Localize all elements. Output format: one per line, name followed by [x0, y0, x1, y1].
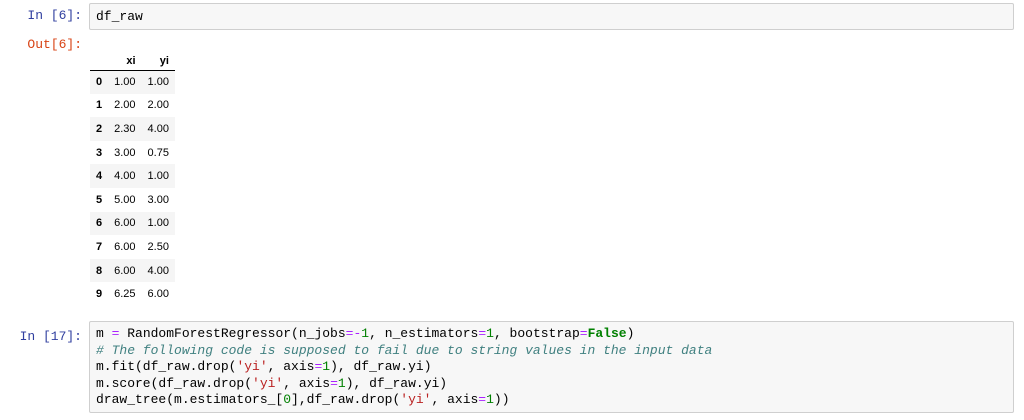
input-prompt-17: In [17]: — [19, 329, 82, 344]
row-index: 7 — [96, 240, 103, 253]
code-comment-line: # The following code is supposed to fail… — [96, 342, 713, 358]
dataframe-table: xi yi 0 1.00 1.00 1 2.00 2.00 2 2.30 4.00 3 3.0… — [90, 52, 175, 306]
cell-yi: 1.00 — [147, 76, 169, 89]
code-line: m.fit(df_raw.drop('yi', axis=1), df_raw.… — [96, 359, 432, 374]
output-prompt-6: Out[6]: — [27, 37, 82, 52]
cell-yi: 4.00 — [147, 264, 169, 277]
code-line: m = RandomForestRegressor(n_jobs=-1, n_e… — [96, 326, 635, 341]
table-row: 2 2.30 4.00 — [90, 117, 175, 141]
row-index: 8 — [96, 264, 103, 277]
row-index: 0 — [96, 76, 103, 89]
table-row: 5 5.00 3.00 — [90, 188, 175, 212]
cell-yi: 1.00 — [147, 217, 169, 230]
cell-yi: 4.00 — [147, 122, 169, 135]
cell-xi: 2.00 — [114, 99, 136, 112]
table-row: 8 6.00 4.00 — [90, 258, 175, 283]
table-row: 3 3.00 0.75 — [90, 141, 175, 165]
code-cell-17[interactable]: m = RandomForestRegressor(n_jobs=-1, n_e… — [89, 321, 1014, 413]
row-index: 1 — [96, 99, 103, 112]
cell-xi: 3.00 — [114, 146, 136, 159]
cell-xi: 6.00 — [114, 217, 136, 230]
code-line: m.score(df_raw.drop('yi', axis=1), df_ra… — [96, 375, 448, 391]
cell-yi: 3.00 — [147, 193, 169, 206]
row-index: 9 — [96, 288, 103, 301]
row-index: 5 — [96, 193, 103, 206]
cell-xi: 5.00 — [114, 193, 136, 206]
cell-xi: 1.00 — [114, 76, 136, 89]
cell-xi: 2.30 — [114, 122, 136, 135]
index-header — [90, 52, 109, 71]
column-header-yi: yi — [141, 52, 175, 71]
cell-yi: 2.00 — [147, 99, 169, 112]
row-index: 2 — [96, 122, 103, 135]
table-row: 7 6.00 2.50 — [90, 235, 175, 259]
cell-xi: 4.00 — [114, 170, 136, 183]
column-header-xi: xi — [108, 52, 142, 71]
table-row: 6 6.00 1.00 — [90, 211, 175, 236]
table-row: 1 2.00 2.00 — [90, 94, 175, 118]
cell-yi: 1.00 — [147, 170, 169, 183]
table-row: 0 1.00 1.00 — [90, 70, 175, 94]
table-row: 9 6.25 6.00 — [90, 282, 175, 306]
row-index: 4 — [96, 170, 103, 183]
cell-yi: 2.50 — [147, 240, 169, 253]
code-line: draw_tree(m.estimators_[0],df_raw.drop('… — [96, 392, 510, 407]
cell-xi: 6.25 — [114, 288, 136, 301]
code-cell-6[interactable]: df_raw — [89, 3, 1014, 30]
row-index: 6 — [96, 217, 103, 230]
table-header-row: xi yi — [90, 52, 175, 71]
cell-xi: 6.00 — [114, 264, 136, 277]
table-row: 4 4.00 1.00 — [90, 164, 175, 188]
input-prompt-6: In [6]: — [27, 8, 82, 23]
cell-xi: 6.00 — [114, 240, 136, 253]
row-index: 3 — [96, 146, 103, 159]
cell-yi: 6.00 — [147, 288, 169, 301]
cell-yi: 0.75 — [147, 146, 169, 159]
code-line: df_raw — [96, 9, 143, 24]
